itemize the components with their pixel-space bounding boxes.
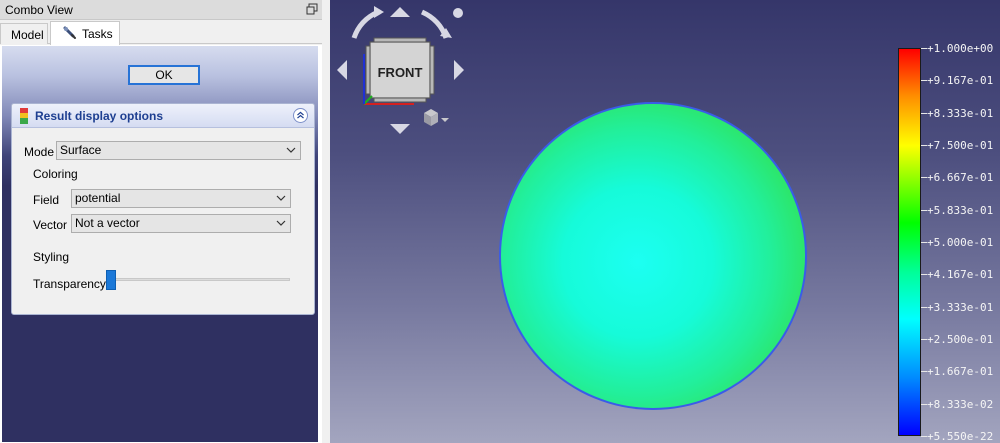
color-legend-label: +1.000e+00 (927, 42, 994, 55)
mode-select-value: Surface (60, 143, 102, 157)
mode-label: Mode (24, 145, 55, 159)
task-panel-background: OK Result display options Mode Surface C… (2, 46, 318, 442)
color-legend-bar (898, 48, 921, 436)
result-display-options-title: Result display options (35, 109, 164, 123)
navcube-face-label: FRONT (378, 65, 423, 80)
pan-right-arrow-icon[interactable] (454, 60, 464, 80)
tab-tasks[interactable]: Tasks (50, 21, 120, 45)
3d-view[interactable]: FRONT +1.000e+00 +9.167e-01 +8.333e-01 +7.5… (330, 0, 1000, 443)
color-legend-label: +9.167e-01 (927, 74, 994, 87)
color-legend-label: +6.667e-01 (927, 171, 994, 184)
small-cube-icon[interactable] (424, 109, 449, 126)
field-select-value: potential (75, 191, 121, 205)
color-legend-label: +4.167e-01 (927, 268, 994, 281)
combo-view-panel: Combo View Model Tasks OK Result display… (0, 0, 322, 443)
dock-title-bar: Combo View (0, 0, 322, 20)
tab-model-label: Model (11, 28, 44, 42)
color-legend-label: +8.333e-02 (927, 398, 994, 411)
collapse-chevron-icon[interactable] (293, 108, 308, 123)
color-legend-label: +5.000e-01 (927, 236, 994, 249)
result-display-icon (20, 108, 28, 124)
vector-label: Vector (33, 218, 68, 232)
transparency-label: Transparency (33, 277, 106, 291)
chevron-down-icon (276, 195, 286, 201)
color-legend-label: +2.500e-01 (927, 333, 994, 346)
result-display-options-header[interactable]: Result display options (12, 104, 314, 128)
field-select[interactable]: potential (71, 189, 291, 208)
task-panel: OK Result display options Mode Surface C… (0, 45, 322, 443)
panel-splitter[interactable] (322, 0, 330, 443)
mode-select[interactable]: Surface (56, 141, 301, 160)
color-legend-label: +5.833e-01 (927, 204, 994, 217)
navigation-cube[interactable]: FRONT (330, 0, 475, 140)
color-legend-label: +5.550e-22 (927, 430, 994, 443)
transparency-slider-track[interactable] (108, 278, 290, 281)
color-legend-label: +1.667e-01 (927, 365, 994, 378)
pan-up-arrow-icon[interactable] (390, 7, 410, 17)
dock-tabs: Model Tasks (0, 21, 322, 45)
tab-model[interactable]: Model (0, 23, 48, 44)
styling-label: Styling (33, 250, 70, 264)
dock-title: Combo View (5, 3, 73, 17)
result-display-options-box: Result display options Mode Surface Colo… (11, 103, 315, 315)
chevron-down-icon (276, 220, 286, 226)
vector-select-value: Not a vector (75, 216, 140, 230)
tab-tasks-label: Tasks (82, 27, 113, 41)
result-sphere[interactable] (498, 101, 808, 411)
y-axis-line (363, 95, 373, 105)
color-legend-label: +3.333e-01 (927, 301, 994, 314)
pan-down-arrow-icon[interactable] (390, 124, 410, 134)
rotate-left-arrowhead-icon (374, 6, 384, 18)
coloring-label: Coloring (33, 167, 78, 181)
ok-button[interactable]: OK (128, 65, 200, 85)
view-menu-icon[interactable] (453, 8, 463, 18)
tasks-icon (63, 26, 76, 39)
float-window-icon[interactable] (306, 3, 318, 15)
transparency-slider-thumb[interactable] (106, 270, 116, 290)
color-legend-label: +8.333e-01 (927, 107, 994, 120)
field-label: Field (33, 193, 60, 207)
vector-select[interactable]: Not a vector (71, 214, 291, 233)
color-legend-label: +7.500e-01 (927, 139, 994, 152)
chevron-down-icon (286, 147, 296, 153)
pan-left-arrow-icon[interactable] (337, 60, 347, 80)
